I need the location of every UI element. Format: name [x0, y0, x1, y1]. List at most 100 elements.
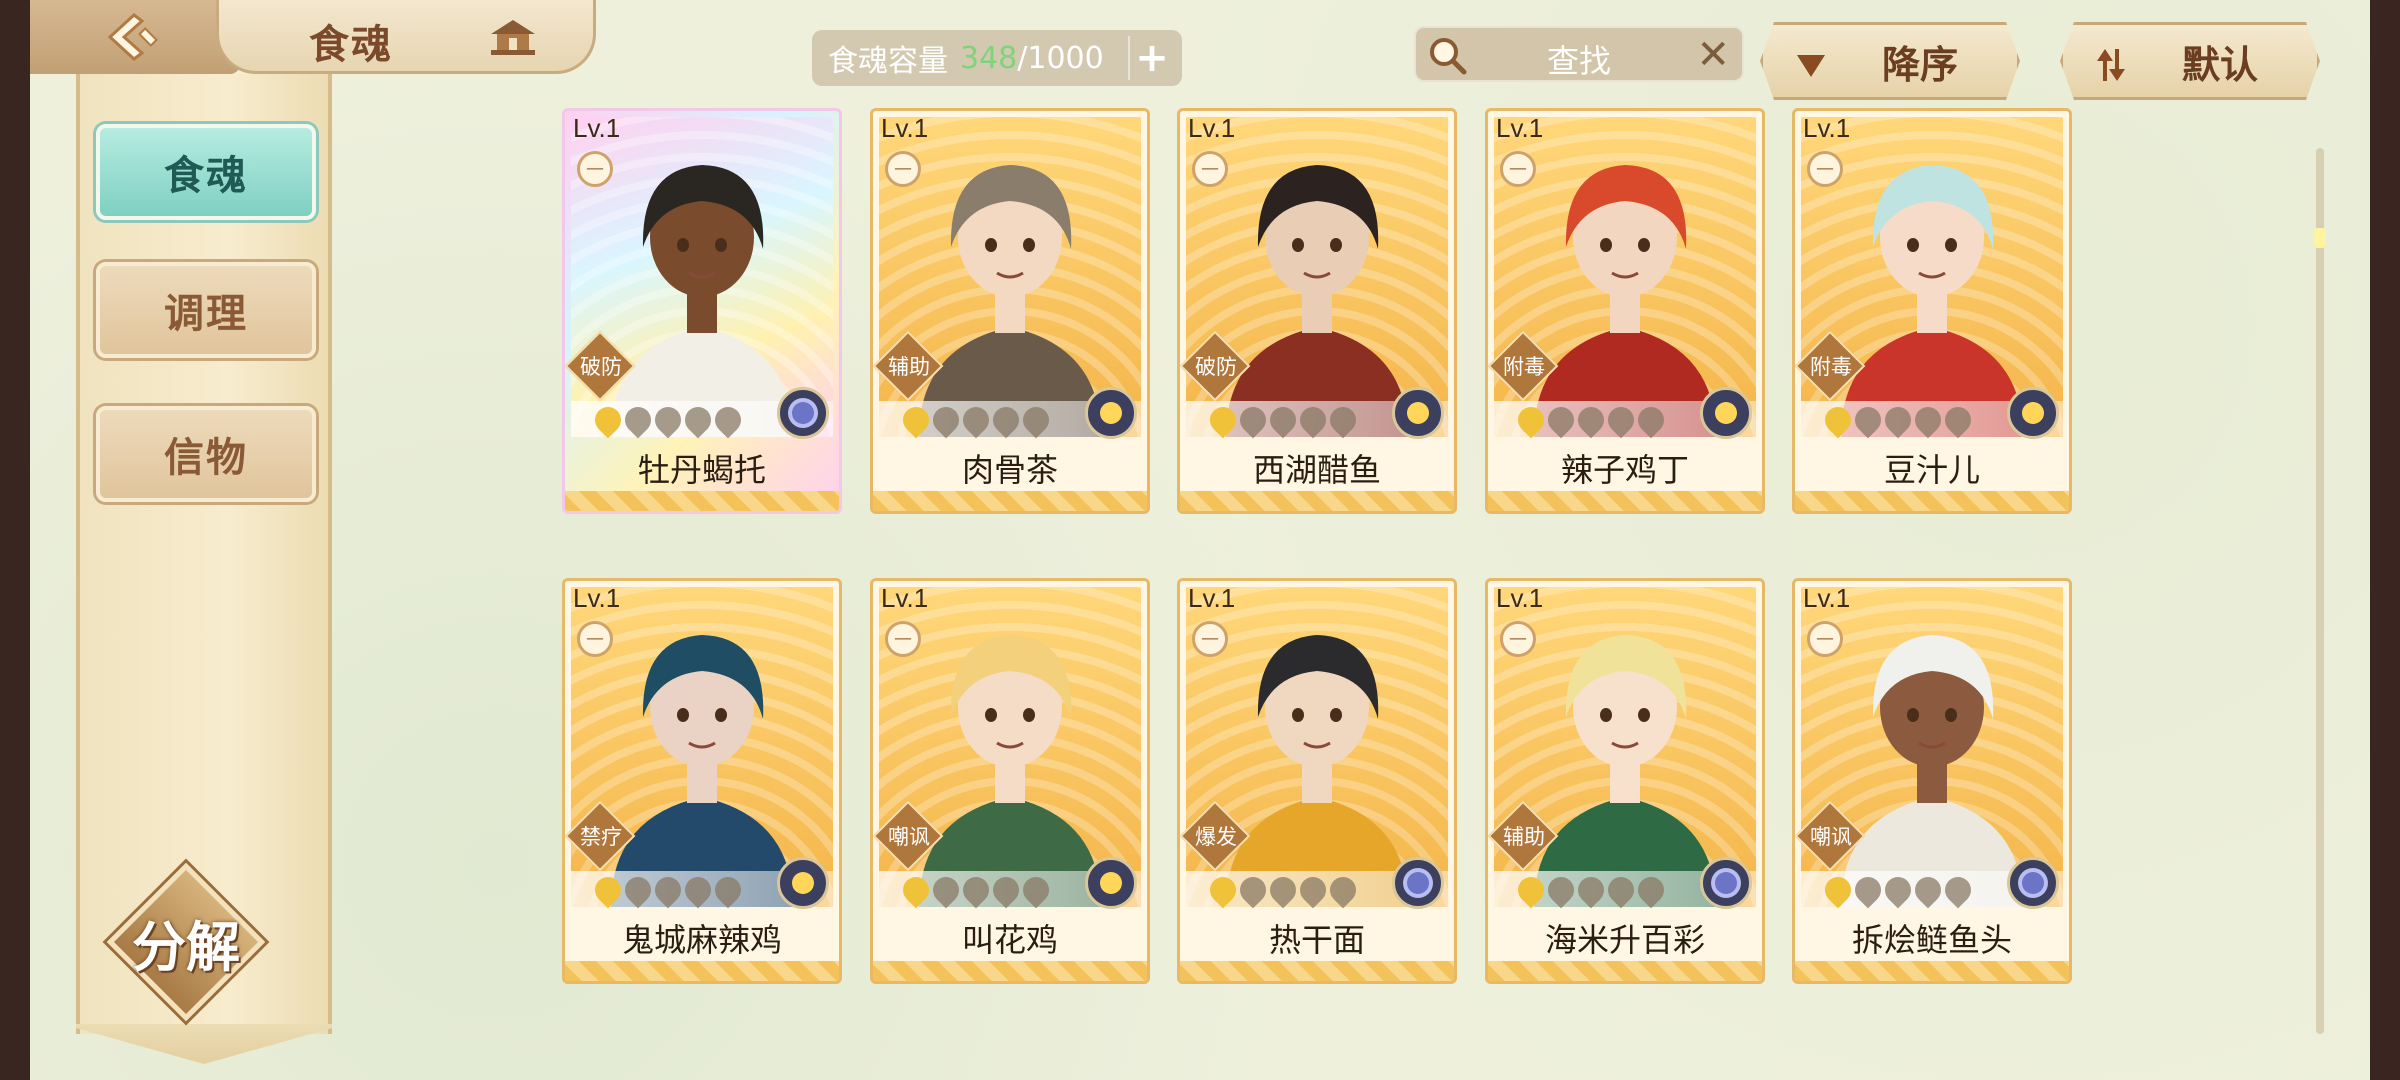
card-name: 肉骨茶: [961, 451, 1058, 489]
card-name: 叫花鸡: [961, 921, 1058, 959]
scroll-thumb[interactable]: [2314, 228, 2326, 248]
star-icon: [1909, 401, 1947, 439]
lock-icon[interactable]: —: [1807, 151, 1843, 187]
star-icon: [1632, 401, 1670, 439]
level-label: Lv.1: [573, 583, 621, 613]
card-footer-stripe: [1795, 491, 2069, 511]
lock-icon[interactable]: —: [1192, 151, 1228, 187]
food-soul-screen: 食魂 食魂容量 348 / 1000 + 查找 ✕ 降序 默认 食魂 调理 信物…: [30, 0, 2370, 1080]
scrollbar[interactable]: [2314, 148, 2326, 1034]
tab-tokens[interactable]: 信物: [96, 406, 316, 502]
lock-icon[interactable]: —: [1192, 621, 1228, 657]
card-footer-stripe: [1488, 961, 1762, 981]
role-badge: 禁疗: [565, 800, 636, 872]
swap-arrows-icon: [2093, 47, 2129, 83]
flower-element-icon: [2007, 857, 2059, 909]
flower-element-icon: [777, 387, 829, 439]
star-icon: [1572, 871, 1610, 909]
add-capacity-button[interactable]: +: [1128, 35, 1174, 81]
food-soul-card[interactable]: Lv.1 — 附毒 豆汁儿: [1792, 108, 2072, 514]
star-icon: [1879, 401, 1917, 439]
star-icon: [987, 401, 1025, 439]
level-label: Lv.1: [881, 583, 929, 613]
star-icon: [1234, 401, 1272, 439]
level-label: Lv.1: [1496, 113, 1544, 143]
flower-element-icon: [1700, 857, 1752, 909]
star-rating: [589, 871, 747, 909]
food-soul-card[interactable]: Lv.1 — 爆发 热干面: [1177, 578, 1457, 984]
star-icon: [589, 871, 627, 909]
star-icon: [1234, 871, 1272, 909]
element-core: [792, 872, 814, 894]
lock-icon[interactable]: —: [577, 151, 613, 187]
star-icon: [1324, 871, 1362, 909]
star-icon: [1939, 871, 1977, 909]
sort-order-button[interactable]: 降序: [1760, 22, 2020, 100]
food-soul-card[interactable]: Lv.1 — 禁疗 鬼城麻辣鸡: [562, 578, 842, 984]
star-icon: [709, 871, 747, 909]
element-core: [1715, 402, 1737, 424]
food-soul-card[interactable]: Lv.1 — 附毒 辣子鸡丁: [1485, 108, 1765, 514]
lock-icon[interactable]: —: [885, 621, 921, 657]
food-soul-card[interactable]: Lv.1 — 嘲讽 叫花鸡: [870, 578, 1150, 984]
bell-element-icon: [2007, 387, 2059, 439]
card-name: 牡丹蝎托: [637, 451, 766, 489]
star-icon: [1294, 871, 1332, 909]
card-footer-stripe: [1795, 961, 2069, 981]
star-rating: [897, 871, 1055, 909]
tab-cooking[interactable]: 调理: [96, 262, 316, 358]
lock-icon[interactable]: —: [577, 621, 613, 657]
decompose-label: 分解: [132, 915, 240, 979]
star-icon: [709, 401, 747, 439]
role-label: 嘲讽: [888, 825, 930, 849]
lock-icon[interactable]: —: [1807, 621, 1843, 657]
star-rating: [1819, 871, 1977, 909]
eye-shape: [1330, 238, 1342, 252]
sort-mode-label: 默认: [2181, 42, 2258, 87]
star-icon: [1632, 871, 1670, 909]
sort-mode-button[interactable]: 默认: [2060, 22, 2320, 100]
role-label: 嘲讽: [1810, 825, 1852, 849]
food-soul-card[interactable]: Lv.1 — 破防 牡丹蝎托: [562, 108, 842, 514]
eye-shape: [1600, 708, 1612, 722]
star-icon: [957, 401, 995, 439]
card-footer-stripe: [565, 961, 839, 981]
food-soul-card[interactable]: Lv.1 — 破防 西湖醋鱼: [1177, 108, 1457, 514]
role-badge: 嘲讽: [1795, 800, 1866, 872]
star-icon: [619, 401, 657, 439]
food-soul-card[interactable]: Lv.1 — 辅助 肉骨茶: [870, 108, 1150, 514]
star-rating: [589, 401, 747, 439]
bell-element-icon: [1085, 387, 1137, 439]
eye-shape: [677, 238, 689, 252]
star-icon: [927, 401, 965, 439]
bell-element-icon: [1392, 387, 1444, 439]
lock-icon[interactable]: —: [1500, 151, 1536, 187]
lock-icon[interactable]: —: [885, 151, 921, 187]
role-label: 附毒: [1810, 355, 1852, 379]
capacity-separator: /: [1017, 40, 1028, 76]
food-soul-card[interactable]: Lv.1 — 嘲讽 拆烩鲢鱼头: [1792, 578, 2072, 984]
star-icon: [927, 871, 965, 909]
star-icon: [1849, 871, 1887, 909]
search-input[interactable]: 查找 ✕: [1414, 26, 1744, 82]
star-icon: [1572, 401, 1610, 439]
home-icon[interactable]: [487, 18, 539, 58]
role-label: 爆发: [1195, 825, 1237, 849]
tab-food-soul[interactable]: 食魂: [96, 124, 316, 220]
eye-shape: [1638, 238, 1650, 252]
level-label: Lv.1: [1803, 113, 1851, 143]
eye-shape: [1907, 238, 1919, 252]
card-footer-stripe: [1180, 491, 1454, 511]
star-icon: [1324, 401, 1362, 439]
back-button[interactable]: [30, 0, 240, 74]
lock-icon[interactable]: —: [1500, 621, 1536, 657]
clear-search-icon[interactable]: ✕: [1696, 32, 1730, 78]
capacity-current: 348: [960, 40, 1018, 76]
decompose-button[interactable]: 分解: [106, 862, 266, 1022]
star-icon: [649, 401, 687, 439]
star-icon: [1879, 871, 1917, 909]
food-soul-card[interactable]: Lv.1 — 辅助 海米升百彩: [1485, 578, 1765, 984]
star-icon: [1939, 401, 1977, 439]
star-rating: [897, 401, 1055, 439]
role-label: 破防: [1195, 355, 1237, 379]
